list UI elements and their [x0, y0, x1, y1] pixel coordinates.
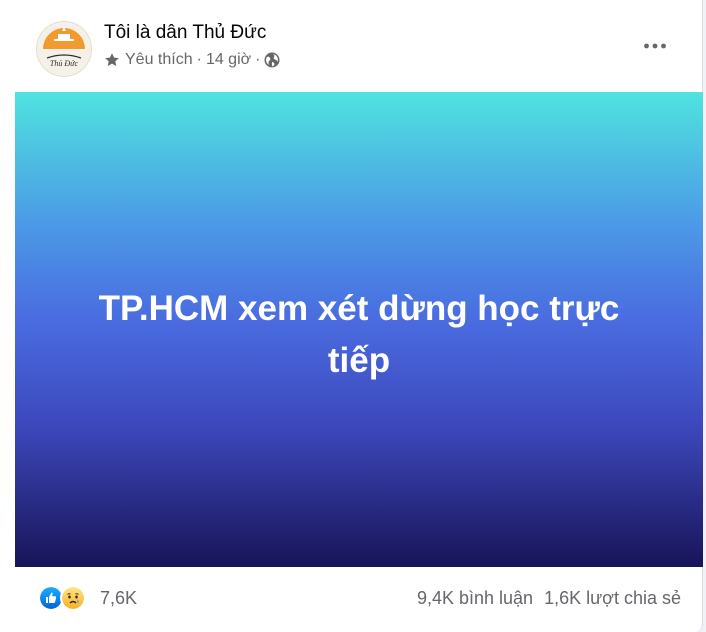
svg-text:Thủ Đức: Thủ Đức	[50, 59, 79, 68]
post-banner[interactable]: TP.HCM xem xét dừng học trực tiếp	[15, 92, 703, 567]
post-footer: 7,6K 9,4K bình luận 1,6K lượt chia sẻ	[0, 567, 703, 622]
banner-text: TP.HCM xem xét dừng học trực tiếp	[15, 283, 703, 387]
post-time[interactable]: 14 giờ	[206, 51, 251, 69]
banner-line-1: TP.HCM xem xét dừng học trực	[98, 289, 620, 328]
banner-line-2: tiếp	[327, 341, 391, 380]
favorite-label[interactable]: Yêu thích	[125, 51, 193, 69]
meta-separator: ·	[196, 51, 202, 68]
globe-icon[interactable]	[264, 52, 280, 68]
reaction-icons[interactable]	[38, 585, 86, 611]
shares-count[interactable]: 1,6K lượt chia sẻ	[544, 588, 681, 609]
post-card: Thủ Đức Tôi là dân Thủ Đức Yêu thích · 1…	[0, 0, 703, 632]
meta-separator: ·	[255, 51, 261, 68]
post-stats: 9,4K bình luận 1,6K lượt chia sẻ	[417, 588, 681, 609]
page-logo-icon: Thủ Đức	[37, 22, 91, 76]
comments-count[interactable]: 9,4K bình luận	[417, 588, 533, 609]
sad-reaction-icon	[60, 585, 86, 611]
reaction-count[interactable]: 7,6K	[100, 588, 137, 609]
post-header: Thủ Đức Tôi là dân Thủ Đức Yêu thích · 1…	[0, 0, 703, 92]
more-dots-icon	[644, 43, 666, 49]
post-meta: Yêu thích · 14 giờ ·	[104, 50, 280, 70]
star-icon	[104, 52, 120, 68]
page-name[interactable]: Tôi là dân Thủ Đức	[104, 22, 266, 44]
page-avatar[interactable]: Thủ Đức	[36, 21, 92, 77]
more-options-button[interactable]	[635, 28, 675, 64]
